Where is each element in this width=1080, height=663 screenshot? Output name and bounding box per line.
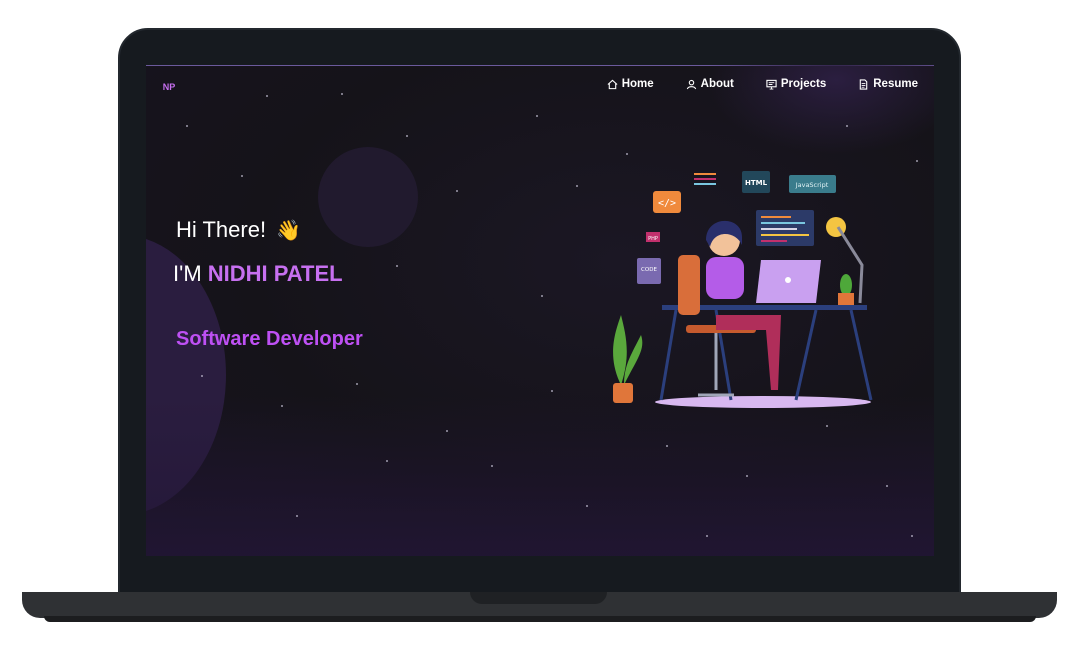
star	[626, 153, 628, 155]
nav-home-label: Home	[621, 78, 654, 90]
document-icon	[859, 78, 868, 90]
intro-prefix: I'M	[173, 261, 208, 286]
nav-resume[interactable]: Resume	[858, 78, 918, 90]
code-doc-label: CODE	[641, 267, 657, 273]
star	[266, 95, 268, 97]
person-torso	[706, 257, 744, 299]
star	[386, 460, 388, 462]
floor-plant-leaves	[613, 315, 643, 385]
code-line	[761, 240, 787, 242]
hero-name: NIDHI PATEL	[207, 261, 343, 286]
nav-projects[interactable]: Projects	[766, 78, 826, 90]
star	[551, 390, 553, 392]
code-line	[761, 222, 805, 224]
chair-back	[678, 255, 700, 315]
star	[356, 383, 358, 385]
nav-projects-label: Projects	[780, 78, 827, 90]
laptop-base-shadow	[44, 616, 1036, 622]
background-gradient	[146, 396, 934, 556]
code-tag-label: </>	[658, 198, 676, 209]
html-tag-label: HTML	[745, 179, 768, 187]
background-blob-circle	[318, 147, 418, 247]
nav-about[interactable]: About	[686, 78, 734, 90]
code-line	[761, 216, 791, 218]
star	[201, 375, 203, 377]
star	[281, 405, 283, 407]
star	[491, 465, 493, 467]
floor-shadow	[655, 396, 871, 408]
star	[916, 160, 918, 162]
stripe	[694, 178, 716, 180]
laptop-logo	[785, 277, 791, 283]
star	[586, 505, 588, 507]
hero-name-line: I'M NIDHI PATEL	[173, 261, 343, 287]
star	[666, 445, 668, 447]
js-tag-label: JavaScript	[795, 181, 829, 189]
code-line	[761, 234, 809, 236]
home-icon	[607, 79, 618, 89]
brand-logo[interactable]: NP	[160, 78, 178, 96]
star	[446, 430, 448, 432]
navbar: Home About Projects Resume	[607, 78, 918, 90]
star	[576, 185, 578, 187]
star	[341, 93, 343, 95]
code-line	[761, 228, 797, 230]
star	[746, 475, 748, 477]
person-legs	[716, 315, 781, 390]
star	[886, 485, 888, 487]
star	[536, 115, 538, 117]
desk-plant-pot	[838, 293, 854, 305]
laptop-screen: NP Home About Projects Resume Hi There! …	[146, 65, 934, 556]
star	[296, 515, 298, 517]
nav-resume-label: Resume	[873, 78, 918, 90]
desk-plant-leaves	[840, 274, 852, 296]
star	[456, 190, 458, 192]
star	[406, 135, 408, 137]
star	[186, 125, 188, 127]
stripe	[694, 183, 716, 185]
star	[541, 295, 543, 297]
hero-role: Software Developer	[176, 328, 363, 350]
stripe	[694, 173, 716, 175]
nav-home[interactable]: Home	[607, 78, 654, 90]
user-icon	[686, 79, 696, 89]
star	[706, 535, 708, 537]
projects-icon	[766, 79, 777, 90]
waving-hand-icon: 👋	[276, 219, 301, 242]
greeting-text: Hi There!	[176, 217, 267, 242]
star	[826, 425, 828, 427]
floor-plant-pot	[613, 383, 633, 403]
star	[396, 265, 398, 267]
developer-illustration: </> HTML JavaScript PHP CODE	[613, 171, 873, 408]
laptop-notch	[470, 592, 607, 604]
star	[241, 175, 243, 177]
php-tag-label: PHP	[648, 236, 658, 242]
nav-about-label: About	[700, 78, 734, 90]
hero-greeting: Hi There! 👋	[176, 217, 301, 243]
star	[911, 535, 913, 537]
star	[846, 125, 848, 127]
